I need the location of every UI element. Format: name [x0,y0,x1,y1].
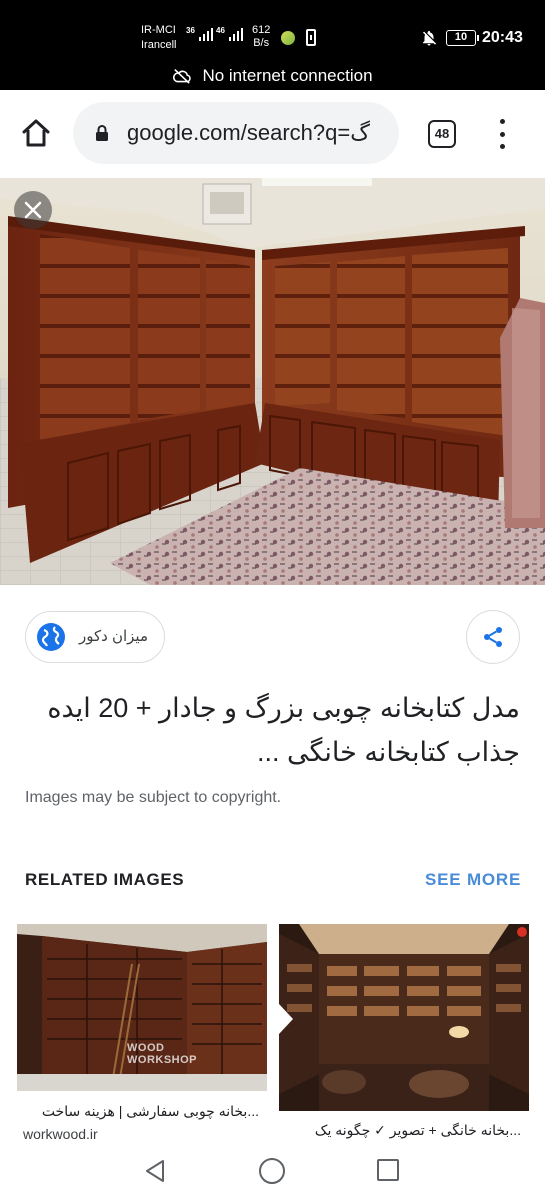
carrier-names: IR-MCI Irancell [141,23,176,53]
recents-icon[interactable] [377,1159,399,1181]
share-button[interactable] [466,610,520,664]
close-icon [24,201,42,219]
signal-2-icon: 46 [216,26,243,41]
thumbnail-watermark: WOOD WORKSHOP [127,1042,197,1066]
browser-toolbar: google.com/search?q=گ 48 [0,90,545,178]
main-image[interactable] [0,178,545,585]
lock-icon [96,125,108,141]
network-speed: 612 B/s [252,24,271,49]
notification-icon [306,29,316,46]
tab-switcher-button[interactable]: 48 [428,120,456,148]
source-chip[interactable]: میزان دکور [25,611,165,663]
vpn-icon [281,31,295,45]
related-image-1[interactable]: WOOD WORKSHOP [17,924,267,1091]
see-more-link[interactable]: SEE MORE [425,870,521,890]
share-icon [484,627,502,647]
bookcase-photo [0,178,545,585]
signal-1-icon: 36 [186,26,213,41]
source-name: میزان دکور [78,628,148,645]
related-thumbnail-2 [279,924,529,1111]
home-circle-icon[interactable] [259,1158,285,1184]
globe-icon [37,623,65,651]
more-vert-icon[interactable] [497,119,507,149]
battery-indicator: 10 [446,30,479,46]
url-text: google.com/search?q=گ [127,120,370,145]
no-internet-banner: No internet connection [0,62,545,90]
status-time: 20:43 [482,29,523,46]
related-image-2[interactable] [279,924,529,1111]
related-caption-1[interactable]: ...بخانه چوبی سفارشی | هزینه ساخت [23,1103,259,1120]
system-nav-bar [0,1140,545,1200]
related-images-heading: RELATED IMAGES [25,870,185,889]
carrier-secondary: Irancell [141,39,177,51]
close-button[interactable] [14,191,52,229]
address-bar[interactable]: google.com/search?q=گ [73,102,399,164]
image-title[interactable]: مدل کتابخانه چوبی بزرگ و جادار + 20 ایده… [25,686,520,774]
cloud-off-icon [173,69,192,84]
related-caption-2[interactable]: ...بخانه خانگی + تصویر ✓ چگونه یک [285,1122,521,1139]
do-not-disturb-icon [423,30,437,46]
no-internet-text: No internet connection [202,66,373,85]
copyright-notice: Images may be subject to copyright. [25,789,282,806]
back-icon[interactable] [143,1158,167,1184]
tab-count: 48 [434,126,450,141]
carrier-primary: IR-MCI [141,24,176,36]
status-bar: IR-MCI Irancell 36 46 612 B/s 10 20:43 [0,0,545,62]
home-icon[interactable] [20,117,52,149]
